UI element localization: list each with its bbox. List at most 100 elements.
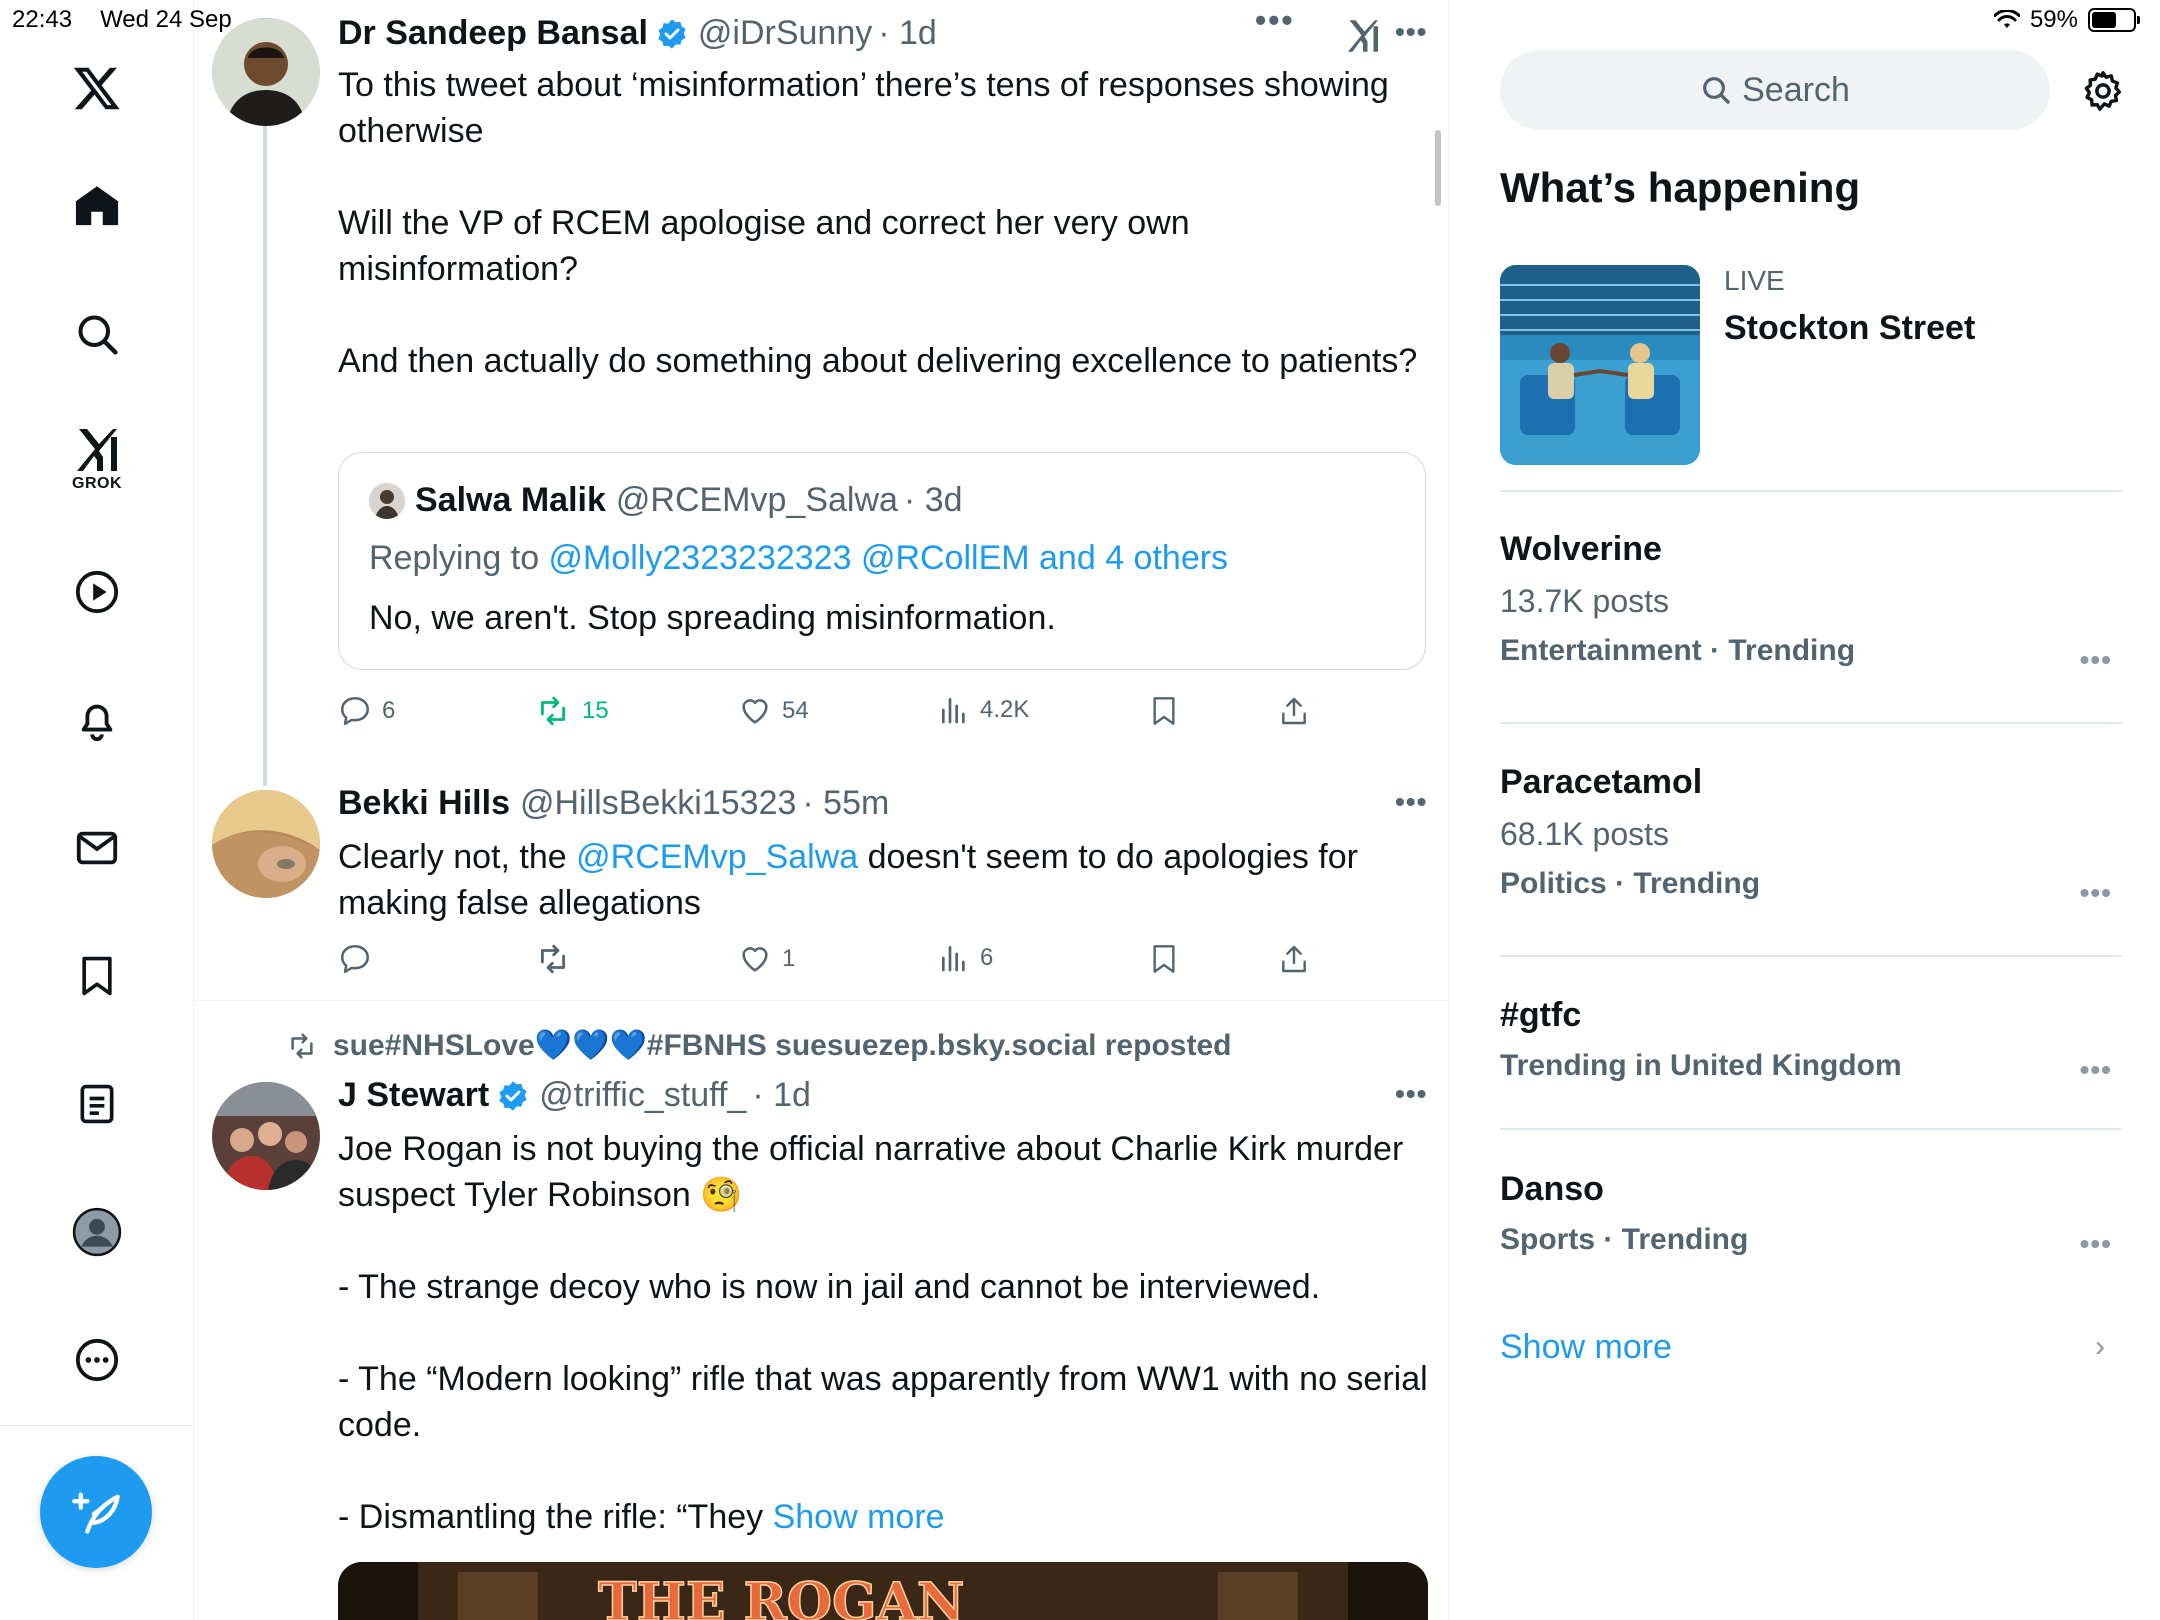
tweet-time[interactable]: · 55m xyxy=(802,784,889,823)
trend-category: Entertainment · Trending xyxy=(1500,634,1856,667)
tweet-separator xyxy=(195,1000,1448,1001)
chevron-right-icon: › xyxy=(2095,1330,2105,1363)
trend-item[interactable]: Paracetamol 68.1K posts Politics · Trend… xyxy=(1500,763,2122,908)
tweet-media[interactable]: THE ROGAN xyxy=(338,1562,1428,1620)
gear-icon[interactable] xyxy=(2080,68,2126,114)
wifi-icon xyxy=(1993,10,2020,28)
quote-tweet[interactable]: Salwa Malik @RCEMvp_Salwa · 3d Replying … xyxy=(338,452,1426,670)
drag-handle-dots[interactable]: ••• xyxy=(1255,2,1295,39)
repost-icon xyxy=(540,944,566,974)
trend-more-icon[interactable]: ••• xyxy=(2080,1054,2112,1086)
mention-link[interactable]: @RCEMvp_Salwa xyxy=(576,838,858,876)
repost-icon xyxy=(291,1033,313,1058)
status-bar-left: 22:43 Wed 24 Sep xyxy=(12,6,232,34)
timeline: ••• Dr Sandeep Bansal @iDrSunny · 1d •••… xyxy=(195,0,1449,1620)
search-input[interactable]: Search xyxy=(1500,50,2050,130)
repost-button[interactable]: 15 xyxy=(534,694,609,728)
author-handle[interactable]: @HillsBekki15323 xyxy=(520,784,796,823)
author-name[interactable]: Bekki Hills xyxy=(338,784,510,823)
trend-category: Trending in United Kingdom xyxy=(1500,1049,1902,1082)
views-count: 6 xyxy=(980,944,994,971)
bell-icon[interactable] xyxy=(0,684,194,756)
sidebar-divider xyxy=(1500,1128,2122,1130)
repost-button[interactable] xyxy=(534,942,582,976)
avatar[interactable] xyxy=(212,790,320,898)
like-count: 1 xyxy=(782,945,796,972)
more-options-icon[interactable]: ••• xyxy=(1395,1078,1427,1110)
author-name[interactable]: J Stewart xyxy=(338,1076,489,1115)
reply-button[interactable] xyxy=(338,942,382,976)
trend-category: Politics · Trending xyxy=(1500,867,1761,900)
trend-item[interactable]: Danso Sports · Trending ••• xyxy=(1500,1170,2122,1260)
sidebar-divider xyxy=(1500,955,2122,957)
x-logo-icon[interactable] xyxy=(0,52,194,124)
trend-title: Wolverine xyxy=(1500,530,1662,568)
bookmark-button[interactable] xyxy=(1148,694,1180,728)
author-name[interactable]: Dr Sandeep Bansal xyxy=(338,14,648,53)
grok-icon[interactable]: GROK xyxy=(0,420,194,500)
bookmark-icon xyxy=(1153,945,1175,973)
quote-avatar xyxy=(369,482,405,519)
tweet-time[interactable]: · 1d xyxy=(752,1076,811,1115)
search-icon[interactable] xyxy=(0,298,194,370)
repost-context[interactable]: sue#NHSLove💙💙💙#FBNHS suesuezep.bsky.soci… xyxy=(285,1028,1231,1063)
tweet-time[interactable]: · 1d xyxy=(878,14,937,53)
trend-more-icon[interactable]: ••• xyxy=(2080,877,2112,909)
mail-icon[interactable] xyxy=(0,812,194,884)
home-icon[interactable] xyxy=(0,170,194,242)
share-button[interactable] xyxy=(1278,942,1310,976)
show-more-link[interactable]: Show more xyxy=(1500,1328,1672,1367)
thread-line xyxy=(263,126,267,786)
repost-context-text: sue#NHSLove💙💙💙#FBNHS suesuezep.bsky.soci… xyxy=(333,1029,1232,1062)
trend-title: Danso xyxy=(1500,1170,1604,1208)
replying-to-links[interactable]: @Molly2323232323 @RCollEM and 4 others xyxy=(549,539,1229,577)
views-button[interactable]: 6 xyxy=(938,942,993,974)
live-event-card[interactable]: LIVE Stockton Street xyxy=(1500,265,2122,465)
share-icon xyxy=(1282,945,1306,973)
quote-author-name: Salwa Malik xyxy=(415,481,606,519)
live-title: Stockton Street xyxy=(1724,309,1976,347)
sidebar-divider xyxy=(1500,490,2122,492)
video-icon[interactable] xyxy=(0,556,194,628)
left-nav: GROK xyxy=(0,0,194,1620)
trend-more-icon[interactable]: ••• xyxy=(2080,1228,2112,1260)
like-count: 54 xyxy=(782,697,809,724)
quote-time: · 3d xyxy=(903,481,963,519)
bookmark-icon[interactable] xyxy=(0,940,194,1012)
bookmark-icon xyxy=(1153,697,1175,725)
share-button[interactable] xyxy=(1278,694,1310,728)
profile-icon[interactable] xyxy=(0,1196,194,1268)
views-button[interactable]: 4.2K xyxy=(938,694,1029,726)
more-options-icon[interactable]: ••• xyxy=(1395,16,1427,48)
media-sign-text: THE ROGAN xyxy=(598,1572,964,1620)
tweet-text-part: Joe Rogan is not buying the official nar… xyxy=(338,1130,1428,1536)
battery-percent: 59% xyxy=(2029,6,2078,33)
trend-more-icon[interactable]: ••• xyxy=(2080,644,2112,676)
views-count: 4.2K xyxy=(980,696,1030,723)
more-options-icon[interactable]: ••• xyxy=(1395,786,1427,818)
grok-explain-icon[interactable] xyxy=(1345,18,1381,54)
bookmark-button[interactable] xyxy=(1148,942,1180,976)
reply-button[interactable]: 6 xyxy=(338,694,395,728)
repost-count: 15 xyxy=(582,697,609,724)
avatar[interactable] xyxy=(212,1082,320,1190)
trend-item[interactable]: Wolverine 13.7K posts Entertainment · Tr… xyxy=(1500,530,2122,675)
avatar[interactable] xyxy=(212,18,320,126)
tweet-header: J Stewart @triffic_stuff_ · 1d xyxy=(338,1076,811,1115)
status-date: Wed 24 Sep xyxy=(100,6,232,33)
trend-item[interactable]: #gtfc Trending in United Kingdom ••• xyxy=(1500,996,2122,1086)
author-handle[interactable]: @iDrSunny xyxy=(698,14,872,53)
scrollbar[interactable] xyxy=(1435,130,1441,206)
like-button[interactable]: 54 xyxy=(738,694,809,728)
author-handle[interactable]: @triffic_stuff_ xyxy=(539,1076,746,1115)
tweet-text-part: Clearly not, the xyxy=(338,838,577,876)
reply-count: 6 xyxy=(382,697,396,724)
search-placeholder: Search xyxy=(1742,70,1850,109)
show-more-link[interactable]: Show more xyxy=(773,1498,945,1536)
tweet-text: Clearly not, the @RCEMvp_Salwa doesn't s… xyxy=(338,834,1428,926)
lists-icon[interactable] xyxy=(0,1068,194,1140)
compose-button[interactable] xyxy=(40,1456,152,1568)
more-icon[interactable] xyxy=(0,1324,194,1396)
tweet-header: Dr Sandeep Bansal @iDrSunny · 1d xyxy=(338,14,937,53)
like-button[interactable]: 1 xyxy=(738,942,795,976)
